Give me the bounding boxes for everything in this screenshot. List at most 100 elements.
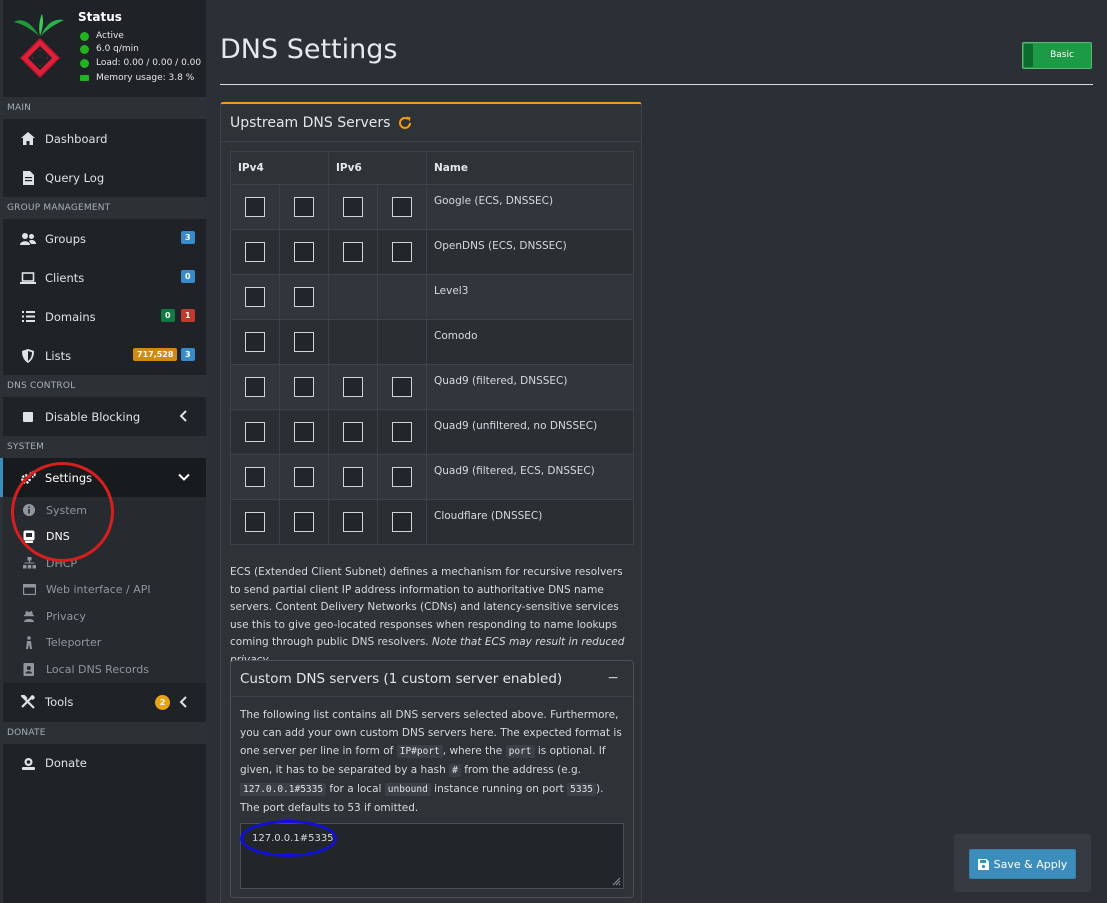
sidebar-item-groups[interactable]: Groups 3: [0, 219, 206, 258]
title-divider: [220, 84, 1093, 85]
pihole-logo[interactable]: [12, 10, 68, 86]
table-row: Quad9 (unfiltered, no DNSSEC): [230, 409, 634, 455]
ipv6-primary-checkbox[interactable]: [343, 377, 363, 397]
code-port: port: [505, 745, 535, 758]
groups-count-badge: 3: [181, 231, 195, 244]
lists-domains-badge: 717,528: [133, 348, 178, 361]
column-ipv6: IPv6: [328, 151, 427, 185]
ipv4-secondary-checkbox[interactable]: [294, 467, 314, 487]
ipv6-secondary-checkbox[interactable]: [392, 242, 412, 262]
ipv4-primary-checkbox[interactable]: [245, 287, 265, 307]
page-title: DNS Settings: [220, 34, 398, 65]
server-name: Comodo: [426, 319, 634, 365]
ipv4-secondary-checkbox[interactable]: [294, 377, 314, 397]
resize-grip-icon[interactable]: [612, 877, 621, 886]
ipv6-primary-checkbox[interactable]: [343, 467, 363, 487]
ipv4-primary-checkbox[interactable]: [245, 242, 265, 262]
server-name: Quad9 (filtered, DNSSEC): [426, 364, 634, 410]
custom-dns-title: Custom DNS servers (1 custom server enab…: [240, 670, 563, 687]
ipv4-secondary-checkbox[interactable]: [294, 242, 314, 262]
column-ipv4: IPv4: [230, 151, 329, 185]
ipv6-secondary-checkbox[interactable]: [392, 422, 412, 442]
ipv6-primary-checkbox[interactable]: [343, 422, 363, 442]
ipv6-primary-checkbox[interactable]: [343, 242, 363, 262]
domains-deny-badge: 1: [181, 309, 195, 322]
teleporter-icon: [22, 636, 36, 650]
sidebar-item-tools[interactable]: Tools 2: [0, 683, 206, 722]
sidebar-subitem-local-dns[interactable]: Local DNS Records: [0, 656, 206, 683]
lists-count-badge: 3: [181, 348, 195, 361]
server-name: Quad9 (unfiltered, no DNSSEC): [426, 409, 634, 455]
table-row: Cloudflare (DNSSEC): [230, 499, 634, 545]
user-secret-icon: [22, 609, 36, 623]
save-apply-button[interactable]: Save & Apply: [969, 849, 1076, 879]
ipv4-secondary-checkbox[interactable]: [294, 287, 314, 307]
ecs-description: ECS (Extended Client Subnet) defines a m…: [230, 564, 634, 669]
active-icon: [80, 31, 89, 41]
sidebar-item-dashboard[interactable]: Dashboard: [0, 119, 206, 158]
ipv4-primary-checkbox[interactable]: [245, 332, 265, 352]
ipv4-secondary-checkbox[interactable]: [294, 332, 314, 352]
server-name: Cloudflare (DNSSEC): [426, 499, 634, 545]
table-row: OpenDNS (ECS, DNSSEC): [230, 229, 634, 275]
address-book-icon: [22, 662, 36, 676]
upstream-dns-header: Upstream DNS Servers: [221, 104, 641, 142]
stop-icon: [20, 409, 36, 425]
ipv4-primary-checkbox[interactable]: [245, 377, 265, 397]
ipv4-secondary-checkbox[interactable]: [294, 197, 314, 217]
basic-advanced-toggle[interactable]: Basic: [1022, 42, 1092, 69]
home-icon: [20, 131, 36, 147]
annotation-circle-red: [11, 462, 114, 562]
ipv6-secondary-checkbox[interactable]: [392, 377, 412, 397]
window-icon: [22, 583, 36, 597]
chevron-down-icon[interactable]: [178, 471, 190, 483]
sidebar-item-donate[interactable]: Donate: [0, 744, 206, 783]
custom-dns-header: Custom DNS servers (1 custom server enab…: [231, 661, 633, 697]
section-group-management: GROUP MANAGEMENT: [0, 197, 206, 219]
table-row: Level3: [230, 274, 634, 320]
table-row: Google (ECS, DNSSEC): [230, 184, 634, 230]
sidebar-subitem-teleporter[interactable]: Teleporter: [0, 630, 206, 657]
sidebar-item-clients[interactable]: Clients 0: [0, 258, 206, 297]
table-row: Quad9 (filtered, ECS, DNSSEC): [230, 454, 634, 500]
users-icon: [20, 231, 36, 247]
save-panel: Save & Apply: [954, 834, 1091, 892]
server-name: Google (ECS, DNSSEC): [426, 184, 634, 230]
upstream-dns-title: Upstream DNS Servers: [230, 114, 391, 131]
refresh-icon[interactable]: [397, 115, 413, 131]
sidebar-subitem-dhcp[interactable]: DHCP: [0, 550, 206, 577]
ipv4-secondary-checkbox[interactable]: [294, 422, 314, 442]
ipv4-primary-checkbox[interactable]: [245, 197, 265, 217]
toggle-handle[interactable]: [1024, 44, 1033, 67]
ipv6-secondary-checkbox[interactable]: [392, 197, 412, 217]
ipv6-secondary-checkbox[interactable]: [392, 467, 412, 487]
server-name: Level3: [426, 274, 634, 320]
annotation-circle-blue: [240, 820, 337, 857]
ipv4-secondary-checkbox[interactable]: [294, 512, 314, 532]
ipv6-secondary-checkbox[interactable]: [392, 512, 412, 532]
sidebar-subitem-web-interface[interactable]: Web interface / API: [0, 577, 206, 604]
ipv4-primary-checkbox[interactable]: [245, 467, 265, 487]
ipv4-primary-checkbox[interactable]: [245, 422, 265, 442]
server-name: Quad9 (filtered, ECS, DNSSEC): [426, 454, 634, 500]
brand-status: Status Active 6.0 q/min Load: 0.00 / 0.0…: [0, 0, 206, 97]
ipv4-primary-checkbox[interactable]: [245, 512, 265, 532]
sidebar-item-lists[interactable]: Lists 717,528 3: [0, 336, 206, 375]
ipv6-primary-checkbox[interactable]: [343, 197, 363, 217]
sidebar-item-disable-blocking[interactable]: Disable Blocking: [0, 397, 206, 436]
ipv6-primary-checkbox[interactable]: [343, 512, 363, 532]
sidebar-item-domains[interactable]: Domains 0 1: [0, 297, 206, 336]
chevron-left-icon[interactable]: [178, 410, 190, 422]
sidebar-subitem-privacy[interactable]: Privacy: [0, 603, 206, 630]
toggle-label: Basic: [1050, 50, 1074, 60]
clients-count-badge: 0: [181, 270, 195, 283]
code-ip-port: IP#port: [396, 745, 443, 758]
code-hash: #: [449, 764, 461, 777]
server-name: OpenDNS (ECS, DNSSEC): [426, 229, 634, 275]
chevron-left-icon[interactable]: [178, 695, 190, 708]
section-dns-control: DNS CONTROL: [0, 375, 206, 397]
status-title: Status: [78, 10, 122, 24]
load-icon: [80, 58, 89, 68]
sidebar-item-query-log[interactable]: Query Log: [0, 158, 206, 197]
collapse-button[interactable]: −: [607, 670, 619, 686]
